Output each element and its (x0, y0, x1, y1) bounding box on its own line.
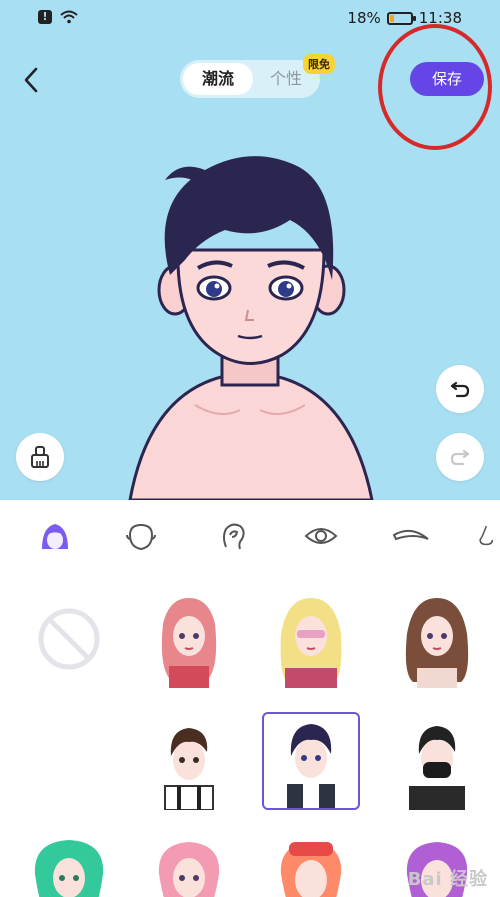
hairstyle-option[interactable] (140, 712, 238, 810)
annotation-circle (378, 24, 492, 150)
nose-icon (479, 525, 494, 546)
eye-icon (304, 528, 338, 544)
avatar-thumb (287, 724, 335, 808)
style-segmented-control: 潮流 个性 (180, 60, 320, 98)
hair-icon (42, 524, 68, 549)
avatar-stage: ! 18% 11:38 潮流 个性 限免 保存 (0, 0, 500, 500)
face-shape-icon (126, 523, 156, 551)
avatar-thumb (34, 840, 104, 897)
avatar-thumb (280, 842, 342, 897)
alert-icon: ! (38, 10, 52, 24)
tab-trendy[interactable]: 潮流 (183, 63, 253, 95)
ear-icon (223, 523, 245, 550)
hairstyle-option[interactable] (140, 590, 238, 688)
category-nose[interactable] (474, 514, 500, 558)
undo-icon (450, 381, 470, 398)
hairstyle-option[interactable] (262, 834, 360, 897)
avatar-thumb (161, 598, 217, 688)
battery-icon (386, 11, 416, 25)
redo-icon (450, 449, 470, 466)
free-badge: 限免 (303, 54, 335, 74)
hairstyle-option[interactable] (388, 590, 486, 688)
category-bar (0, 500, 500, 572)
back-button[interactable] (14, 60, 48, 100)
category-face-shape[interactable] (118, 514, 164, 558)
avatar-preview (128, 156, 374, 500)
hairstyle-option[interactable] (262, 590, 360, 688)
category-eyebrow[interactable] (388, 514, 434, 558)
none-icon (38, 608, 100, 670)
hairstyle-grid: Bai 经验 (0, 572, 500, 897)
hairstyle-option[interactable] (20, 834, 118, 897)
redo-button[interactable] (436, 433, 484, 481)
category-ear[interactable] (210, 514, 256, 558)
watermark: Bai 经验 (407, 869, 488, 890)
eyebrow-icon (392, 529, 429, 541)
avatar-thumb (405, 598, 469, 688)
hairstyle-option[interactable] (140, 834, 238, 897)
avatar-thumb (158, 842, 220, 897)
wifi-icon (60, 10, 78, 24)
hairstyle-option[interactable] (388, 712, 486, 810)
avatar-thumb (164, 728, 214, 810)
undo-button[interactable] (436, 365, 484, 413)
eraser-button[interactable] (16, 433, 64, 481)
chevron-left-icon (24, 67, 38, 93)
category-eye[interactable] (298, 514, 344, 558)
avatar-thumb (280, 598, 342, 688)
hairstyle-none[interactable] (20, 590, 118, 688)
battery-percent: 18% (347, 9, 381, 27)
category-hair[interactable] (32, 514, 78, 558)
avatar-thumb (409, 726, 465, 810)
eraser-icon (31, 446, 49, 468)
hairstyle-option-selected[interactable] (262, 712, 360, 810)
